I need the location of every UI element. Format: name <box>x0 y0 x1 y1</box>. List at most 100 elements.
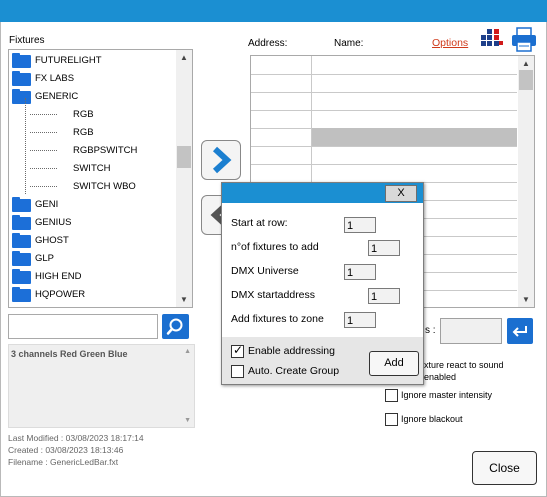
tree-item-label: GENIUS <box>35 217 72 228</box>
tree-item-label: HIGH END <box>35 271 82 282</box>
grid-scrollbar[interactable]: ▲ ▼ <box>518 56 534 307</box>
fixture-description: 3 channels Red Green Blue <box>11 349 128 359</box>
react-to-sound-label: xture react to sound <box>424 360 504 370</box>
fixture-tree[interactable]: FUTURELIGHT FX LABS GENERIC RGB RGB RGBPSWITC… <box>8 49 193 308</box>
printer-icon[interactable] <box>510 27 538 53</box>
dialog-close-button[interactable]: X <box>385 185 417 202</box>
close-button[interactable]: Close <box>472 451 537 485</box>
folder-icon <box>12 269 31 284</box>
ignore-blackout-label: Ignore blackout <box>401 414 463 424</box>
grid-row[interactable] <box>251 74 517 93</box>
react-enabled-label: enabled <box>424 372 457 382</box>
address-column-label: Address: <box>248 38 288 49</box>
tree-connector <box>30 168 57 169</box>
folder-icon <box>12 89 31 104</box>
fixture-count-input[interactable]: 1 <box>368 240 400 256</box>
chevron-right-icon <box>212 146 232 174</box>
grid-scroll-thumb[interactable] <box>519 70 533 90</box>
tree-connector <box>30 132 57 133</box>
fixtures-label: Fixtures <box>9 35 45 46</box>
grid-address-cell[interactable] <box>251 74 312 92</box>
grid-row[interactable] <box>251 164 517 183</box>
dmx-grid-icon[interactable] <box>480 28 504 52</box>
window-title-bar <box>0 0 547 22</box>
zone-input[interactable]: 1 <box>344 312 376 328</box>
tree-item-label: GENERIC <box>35 91 79 102</box>
start-row-input[interactable]: 1 <box>344 217 376 233</box>
grid-address-cell[interactable] <box>251 128 312 146</box>
folder-icon <box>12 251 31 266</box>
ignore-master-checkbox[interactable] <box>385 389 398 402</box>
tree-item-label: FUTURELIGHT <box>35 55 102 66</box>
dialog-footer: ✓ Enable addressing Auto. Create Group A… <box>222 337 423 384</box>
options-link[interactable]: Options <box>432 37 468 49</box>
value-input[interactable] <box>440 318 502 344</box>
tree-item-label: FX LABS <box>35 73 75 84</box>
scroll-down-icon[interactable]: ▼ <box>180 295 188 304</box>
partial-label: s : <box>425 325 436 336</box>
add-button[interactable]: Add <box>369 351 419 376</box>
grid-address-cell[interactable] <box>251 164 312 182</box>
grid-row[interactable] <box>251 110 517 129</box>
tree-item-label: SWITCH <box>73 163 111 174</box>
description-scroll-up-icon: ▲ <box>184 348 191 355</box>
enable-addressing-label: Enable addressing <box>248 345 335 357</box>
enter-arrow-icon <box>512 326 527 337</box>
auto-create-group-checkbox[interactable] <box>231 365 244 378</box>
tree-connector <box>30 114 57 115</box>
enter-button[interactable] <box>507 318 533 344</box>
folder-icon <box>12 233 31 248</box>
checkmark-icon: ✓ <box>233 343 244 357</box>
folder-icon <box>12 53 31 68</box>
tree-vertical-connector <box>25 98 26 194</box>
dmx-startaddress-input[interactable]: 1 <box>368 288 400 304</box>
folder-icon <box>12 197 31 212</box>
grid-row[interactable] <box>251 92 517 111</box>
tree-item-label: HQPOWER <box>35 289 86 300</box>
dmx-universe-input[interactable]: 1 <box>344 264 376 280</box>
tree-scroll-thumb[interactable] <box>177 146 191 168</box>
description-scroll-down-icon: ▼ <box>184 417 191 424</box>
fixture-count-label: n°of fixtures to add <box>231 241 319 253</box>
tree-item-label: GLP <box>35 253 55 264</box>
grid-row[interactable] <box>251 128 517 147</box>
grid-address-cell[interactable] <box>251 146 312 164</box>
auto-create-group-label: Auto. Create Group <box>248 365 340 377</box>
tree-item-label: SWITCH WBO <box>73 181 136 192</box>
folder-icon <box>12 215 31 230</box>
filename-text: Filename : GenericLedBar.fxt <box>8 457 119 467</box>
tree-item-label: GHOST <box>35 235 69 246</box>
tree-item-label: RGB <box>73 109 94 120</box>
enable-addressing-checkbox[interactable]: ✓ <box>231 343 244 358</box>
tree-item-label: GENI <box>35 199 59 210</box>
grid-scroll-up-icon[interactable]: ▲ <box>522 59 530 68</box>
tree-scrollbar[interactable]: ▲ ▼ <box>176 50 192 307</box>
folder-icon <box>12 287 31 302</box>
grid-address-cell[interactable] <box>251 110 312 128</box>
grid-row[interactable] <box>251 56 517 75</box>
created-text: Created : 03/08/2023 18:13:46 <box>8 445 124 455</box>
grid-address-cell[interactable] <box>251 92 312 110</box>
ignore-blackout-checkbox[interactable] <box>385 413 398 426</box>
add-fixture-arrow-button[interactable] <box>201 140 241 180</box>
start-row-label: Start at row: <box>231 217 288 229</box>
tree-item-label: RGB <box>73 127 94 138</box>
search-icon <box>166 318 183 335</box>
fixture-search-input[interactable] <box>8 314 158 339</box>
dmx-startaddress-label: DMX startaddress <box>231 289 316 301</box>
tree-connector <box>30 150 57 151</box>
scroll-up-icon[interactable]: ▲ <box>180 53 188 62</box>
tree-connector <box>30 186 57 187</box>
grid-row[interactable] <box>251 146 517 165</box>
tree-item-label: RGBPSWITCH <box>73 145 138 156</box>
grid-scroll-down-icon[interactable]: ▼ <box>522 295 530 304</box>
grid-address-cell[interactable] <box>251 56 312 74</box>
folder-icon <box>12 71 31 86</box>
dialog-title-bar: X <box>222 183 423 203</box>
add-fixtures-dialog: X Start at row: 1 n°of fixtures to add 1… <box>221 182 424 385</box>
search-button[interactable] <box>162 314 189 339</box>
dmx-universe-label: DMX Universe <box>231 265 299 277</box>
last-modified-text: Last Modified : 03/08/2023 18:17:14 <box>8 433 144 443</box>
ignore-master-label: Ignore master intensity <box>401 390 493 400</box>
zone-label: Add fixtures to zone <box>231 313 324 325</box>
